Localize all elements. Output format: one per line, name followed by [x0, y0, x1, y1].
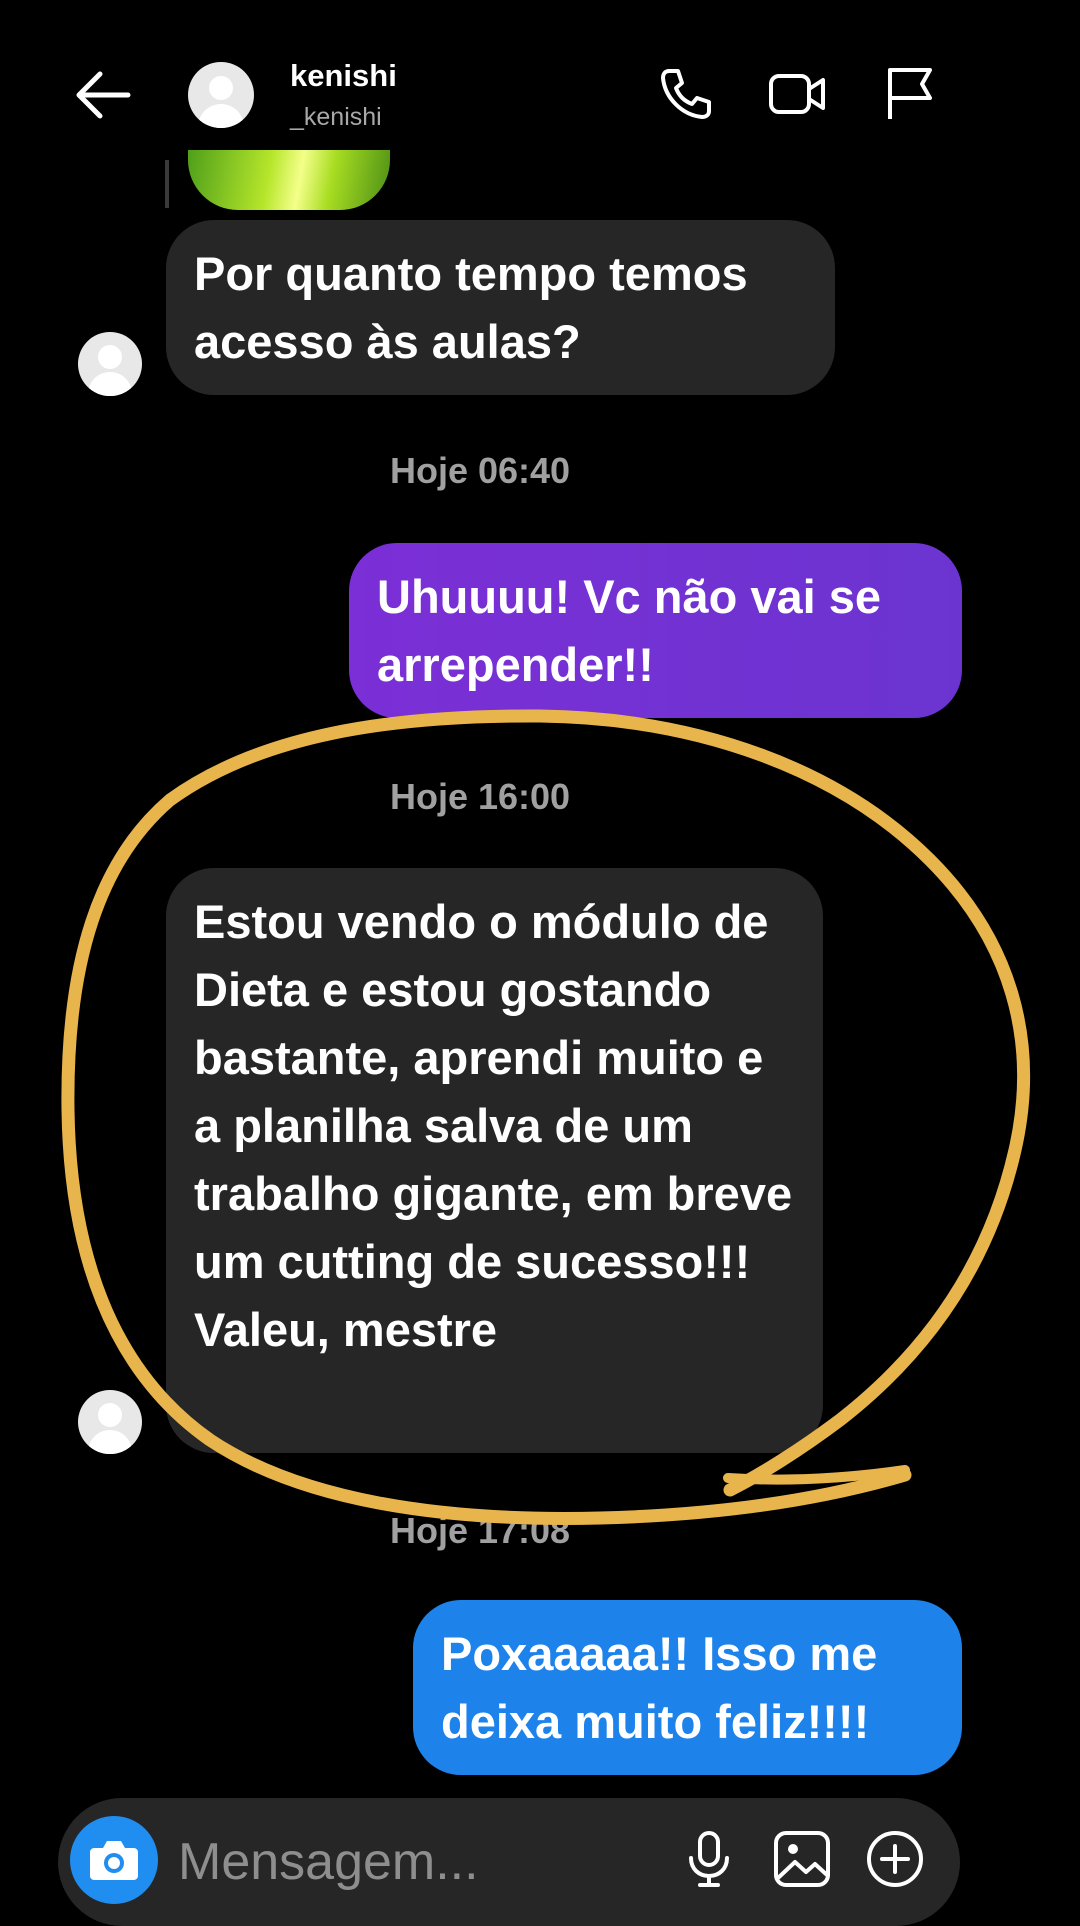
microphone-icon[interactable] — [678, 1828, 740, 1890]
message-text: Por quanto tempo temos acesso às aulas? — [194, 247, 748, 368]
message-timestamp: Hoje 16:00 — [389, 776, 571, 817]
contact-name[interactable]: kenishi — [290, 58, 397, 94]
back-arrow-icon[interactable] — [68, 60, 138, 130]
message-text: Estou vendo o módulo de Dieta e estou go… — [194, 895, 793, 1356]
message-input[interactable] — [176, 1826, 640, 1898]
contact-avatar-small[interactable] — [78, 1390, 142, 1454]
message-timestamp: Hoje 06:40 — [389, 450, 571, 491]
image-icon[interactable] — [771, 1828, 833, 1890]
contact-avatar[interactable] — [188, 62, 254, 128]
message-timestamp: Hoje 17:08 — [389, 1510, 571, 1551]
contact-handle[interactable]: _kenishi — [290, 103, 382, 132]
camera-button[interactable] — [70, 1816, 158, 1904]
message-bubble-incoming[interactable]: Por quanto tempo temos acesso às aulas? — [166, 220, 835, 395]
message-text: Uhuuuu! Vc não vai se arrepender!! — [377, 570, 882, 691]
message-bubble-outgoing[interactable]: Poxaaaaa!! Isso me deixa muito feliz!!!! — [413, 1600, 962, 1775]
plus-circle-icon[interactable] — [864, 1828, 926, 1890]
message-text: Poxaaaaa!! Isso me deixa muito feliz!!!! — [441, 1627, 878, 1748]
message-bubble-outgoing[interactable]: Uhuuuu! Vc não vai se arrepender!! — [349, 543, 962, 718]
camera-icon — [90, 1841, 138, 1880]
message-composer — [58, 1798, 960, 1926]
message-bubble-incoming[interactable]: Estou vendo o módulo de Dieta e estou go… — [166, 868, 823, 1453]
shared-image[interactable] — [188, 150, 390, 210]
reply-divider — [165, 160, 169, 208]
phone-icon[interactable] — [655, 64, 715, 124]
flag-icon[interactable] — [880, 64, 940, 124]
video-camera-icon[interactable] — [768, 64, 828, 124]
contact-avatar-small[interactable] — [78, 332, 142, 396]
chat-header: kenishi _kenishi — [0, 0, 1080, 160]
